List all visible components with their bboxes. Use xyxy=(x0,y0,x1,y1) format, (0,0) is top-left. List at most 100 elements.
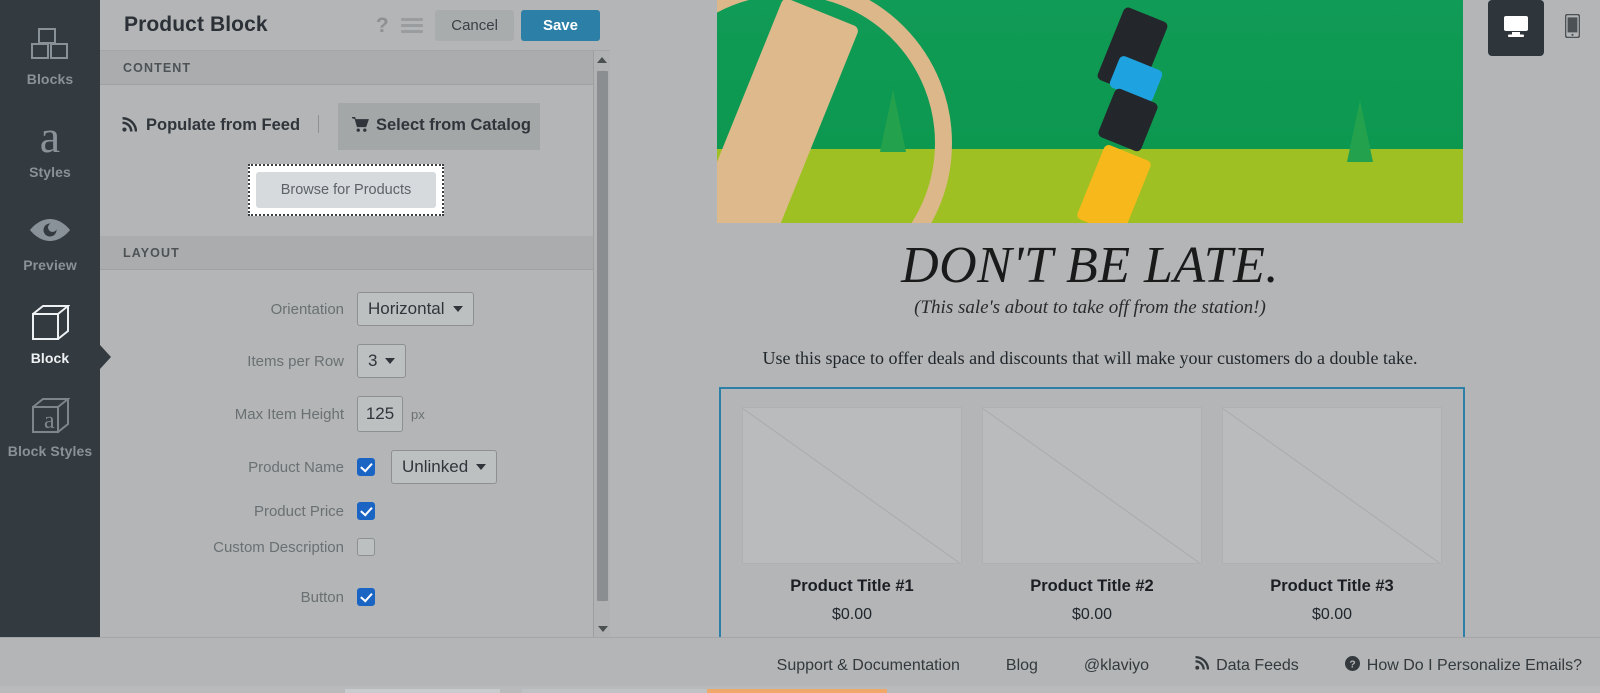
active-panel-pointer xyxy=(100,345,111,369)
toy-tree-icon xyxy=(880,90,906,152)
max-item-height-unit: px xyxy=(411,407,425,422)
custom-description-checkbox[interactable] xyxy=(357,538,375,556)
orientation-value: Horizontal xyxy=(368,299,445,319)
field-row-custom-description: Custom Description xyxy=(100,538,610,556)
shopping-cart-icon xyxy=(352,114,369,139)
product-price: $0.00 xyxy=(742,606,962,624)
orientation-label: Orientation xyxy=(122,301,357,318)
tab-label: Select from Catalog xyxy=(376,114,531,137)
desktop-preview-button[interactable] xyxy=(1488,0,1544,56)
product-title: Product Title #2 xyxy=(982,577,1202,596)
product-source-tabs: Populate from Feed Select from Catalog xyxy=(100,103,610,150)
app-window: Blocks a Styles Preview xyxy=(0,0,1600,693)
blocks-icon xyxy=(30,18,70,70)
tab-label: Populate from Feed xyxy=(146,114,300,137)
cancel-button[interactable]: Cancel xyxy=(435,10,514,41)
footer-link-klaviyo[interactable]: @klaviyo xyxy=(1084,657,1149,675)
footer-link-blog[interactable]: Blog xyxy=(1006,657,1038,675)
tab-divider xyxy=(318,115,319,133)
device-preview-toggle xyxy=(1488,0,1600,56)
items-per-row-value: 3 xyxy=(368,351,377,371)
button-label: Button xyxy=(122,589,357,606)
items-per-row-label: Items per Row xyxy=(122,353,357,370)
sidebar-item-blocks[interactable]: Blocks xyxy=(0,18,100,89)
custom-description-label: Custom Description xyxy=(122,539,357,556)
product-block-selected[interactable]: Product Title #1 $0.00 Buy Now Product T… xyxy=(719,387,1465,637)
sliver-segment xyxy=(345,689,500,693)
hamburger-menu-icon[interactable] xyxy=(397,10,427,40)
field-row-product-name: Product Name Unlinked xyxy=(100,450,610,484)
cube-letter-a-icon: a xyxy=(30,390,70,442)
email-preview-canvas: DON'T BE LATE. (This sale's about to tak… xyxy=(610,0,1600,637)
sidebar-item-label: Block xyxy=(31,349,70,368)
footer-link-personalize-emails[interactable]: ? How Do I Personalize Emails? xyxy=(1345,656,1582,676)
question-mark-icon[interactable]: ? xyxy=(367,10,397,40)
section-header-layout: LAYOUT xyxy=(100,236,610,270)
product-image-placeholder xyxy=(1222,407,1442,564)
sidebar-item-preview[interactable]: Preview xyxy=(0,204,100,275)
save-button[interactable]: Save xyxy=(521,10,600,41)
svg-text:a: a xyxy=(44,408,55,434)
mobile-phone-icon xyxy=(1565,14,1580,43)
hero-image xyxy=(717,0,1463,223)
field-row-button: Button xyxy=(100,588,610,606)
sidebar-item-styles[interactable]: a Styles xyxy=(0,111,100,182)
tab-populate-from-feed[interactable]: Populate from Feed xyxy=(122,103,318,150)
browse-focus-ring: Browse for Products xyxy=(248,164,444,216)
product-title: Product Title #3 xyxy=(1222,577,1442,596)
rss-feed-icon xyxy=(122,114,139,139)
product-card[interactable]: Product Title #3 $0.00 Buy Now xyxy=(1222,407,1442,637)
product-price: $0.00 xyxy=(982,606,1202,624)
product-image-placeholder xyxy=(982,407,1202,564)
chevron-down-icon xyxy=(385,358,395,364)
sliver-segment xyxy=(522,689,707,693)
eye-icon xyxy=(28,204,72,256)
chevron-down-icon xyxy=(453,306,463,312)
footer-link-support[interactable]: Support & Documentation xyxy=(777,657,960,675)
field-row-items-per-row: Items per Row 3 xyxy=(100,344,610,378)
email-headline: DON'T BE LATE. xyxy=(717,236,1463,296)
sidebar-item-label: Blocks xyxy=(27,70,74,89)
product-title: Product Title #1 xyxy=(742,577,962,596)
app-footer: Support & Documentation Blog @klaviyo Da… xyxy=(0,637,1600,693)
scroll-down-arrow[interactable] xyxy=(594,620,610,637)
layout-section-body: Orientation Horizontal Items per Row 3 M… xyxy=(100,270,610,620)
product-card[interactable]: Product Title #2 $0.00 Buy Now xyxy=(982,407,1202,637)
mobile-preview-button[interactable] xyxy=(1544,0,1600,56)
product-price-label: Product Price xyxy=(122,503,357,520)
desktop-monitor-icon xyxy=(1503,14,1529,43)
email-content: DON'T BE LATE. (This sale's about to tak… xyxy=(717,0,1463,637)
product-card[interactable]: Product Title #1 $0.00 Buy Now xyxy=(742,407,962,637)
orientation-select[interactable]: Horizontal xyxy=(357,292,474,326)
max-item-height-label: Max Item Height xyxy=(122,406,357,423)
product-name-checkbox[interactable] xyxy=(357,458,375,476)
content-section-body: Populate from Feed Select from Catalog xyxy=(100,85,610,236)
field-row-product-price: Product Price xyxy=(100,502,610,520)
scrollbar-thumb[interactable] xyxy=(597,71,608,601)
browse-for-products-button[interactable]: Browse for Products xyxy=(256,172,436,208)
sliver-highlight xyxy=(707,689,887,693)
rss-feed-icon xyxy=(1195,656,1209,675)
page-title: Product Block xyxy=(124,13,367,37)
sidebar-item-label: Preview xyxy=(23,256,77,275)
field-row-max-item-height: Max Item Height px xyxy=(100,396,610,432)
sidebar-item-label: Styles xyxy=(29,163,71,182)
product-price-checkbox[interactable] xyxy=(357,502,375,520)
max-item-height-input[interactable] xyxy=(357,396,403,432)
items-per-row-select[interactable]: 3 xyxy=(357,344,406,378)
panel-header: Product Block ? Cancel Save xyxy=(100,0,610,51)
chevron-down-icon xyxy=(476,464,486,470)
sidebar-item-block[interactable]: Block xyxy=(0,297,100,368)
browser-chrome-sliver xyxy=(0,686,1600,693)
sidebar-item-label: Block Styles xyxy=(8,442,92,460)
scroll-up-arrow[interactable] xyxy=(594,51,610,68)
svg-text:?: ? xyxy=(1349,659,1355,670)
tab-select-from-catalog[interactable]: Select from Catalog xyxy=(338,103,540,150)
button-checkbox[interactable] xyxy=(357,588,375,606)
product-name-link-select[interactable]: Unlinked xyxy=(391,450,497,484)
sidebar-item-block-styles[interactable]: a Block Styles xyxy=(0,390,100,460)
panel-scrollbar[interactable] xyxy=(593,51,610,637)
footer-link-data-feeds[interactable]: Data Feeds xyxy=(1195,656,1299,675)
email-subheadline: (This sale's about to take off from the … xyxy=(717,297,1463,319)
section-header-content: CONTENT xyxy=(100,51,610,85)
